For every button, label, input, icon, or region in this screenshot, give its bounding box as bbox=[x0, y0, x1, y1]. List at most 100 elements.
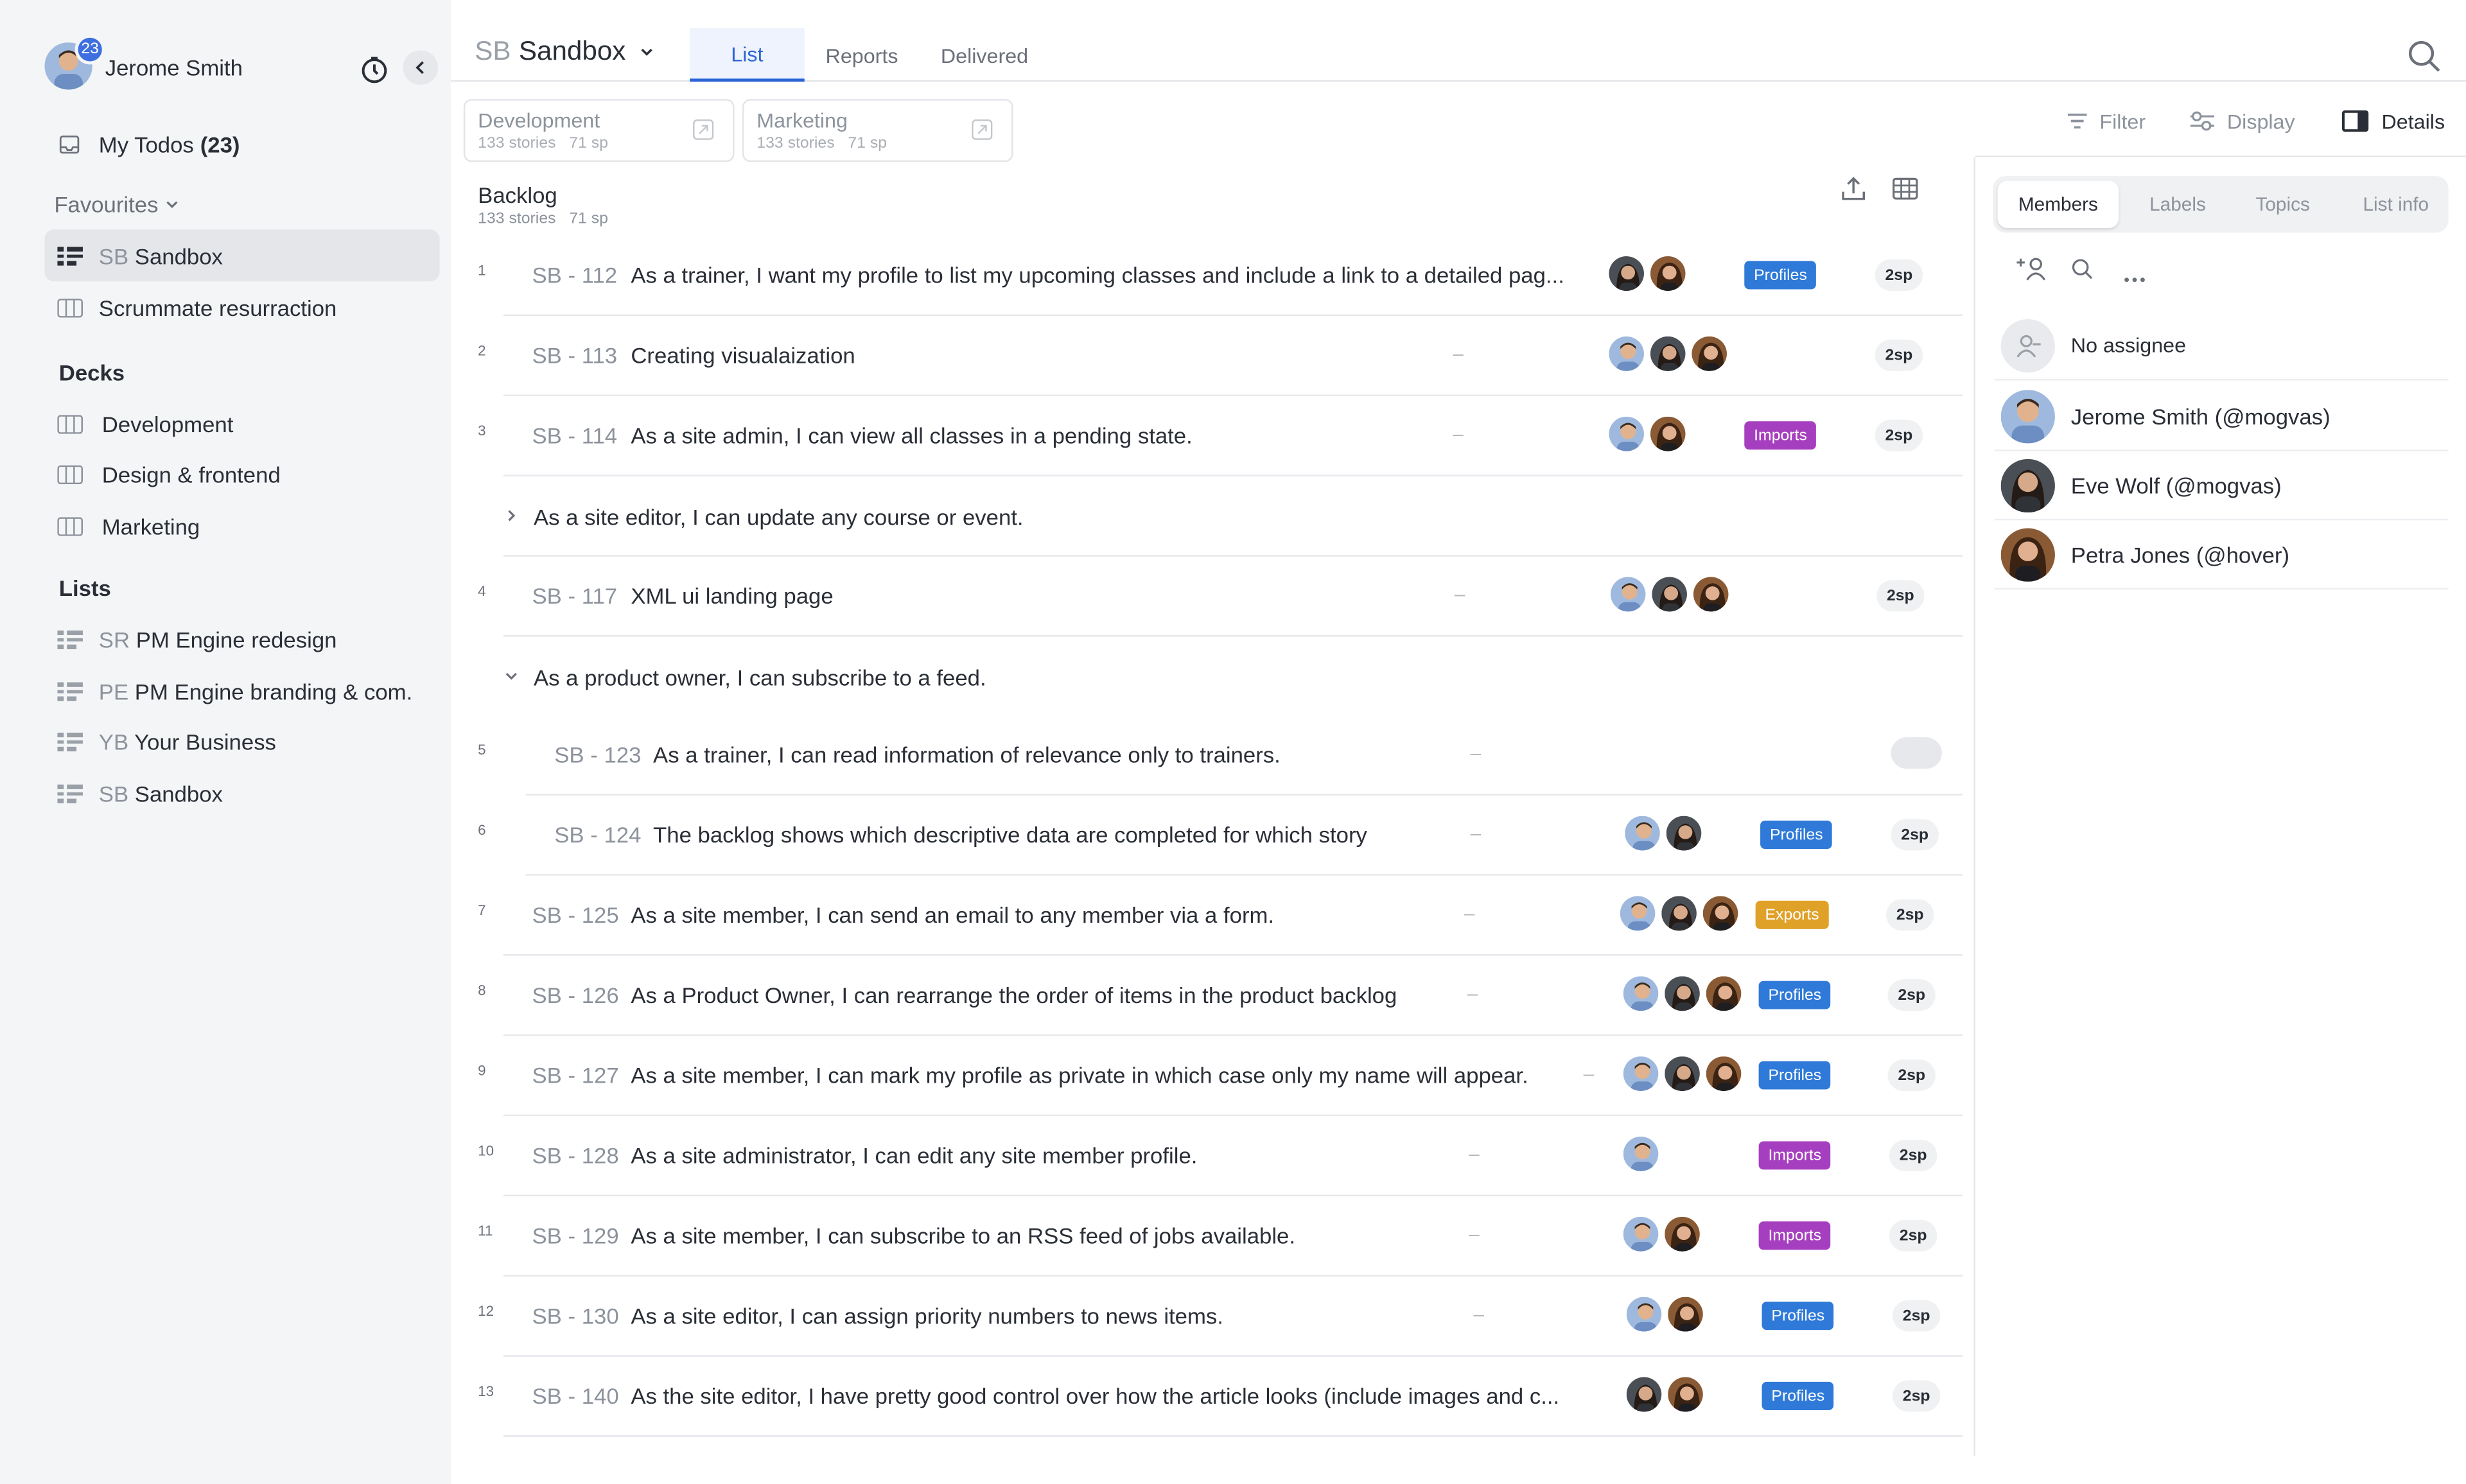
search-members-icon[interactable] bbox=[2071, 258, 2094, 288]
label-badge[interactable]: Profiles bbox=[1758, 1061, 1832, 1090]
estimate-dash[interactable]: – bbox=[1455, 583, 1465, 605]
story-points-badge[interactable]: 2sp bbox=[1875, 339, 1923, 371]
group-row[interactable]: As a product owner, I can subscribe to a… bbox=[503, 636, 1963, 715]
export-icon[interactable] bbox=[1842, 176, 1866, 209]
story-code[interactable]: SB - 124 bbox=[554, 822, 641, 847]
story-code[interactable]: SB - 113 bbox=[532, 343, 618, 368]
sidebar-item-your-business[interactable]: YB Your Business bbox=[44, 715, 439, 767]
label-badge[interactable]: Profiles bbox=[1758, 981, 1832, 1009]
backlog-row[interactable]: 10 SB - 128 As a site administrator, I can… bbox=[478, 1116, 1963, 1197]
tab-delivered[interactable]: Delivered bbox=[927, 28, 1042, 82]
timer-icon[interactable] bbox=[360, 55, 389, 83]
backlog-row[interactable]: 11 SB - 129 As a site member, I can subscr… bbox=[478, 1196, 1963, 1277]
story-code[interactable]: SB - 127 bbox=[532, 1063, 619, 1088]
story-title[interactable]: Creating visualaization bbox=[631, 343, 855, 368]
story-title[interactable]: As a trainer, I can read information of … bbox=[653, 742, 1281, 767]
assignee-avatars[interactable] bbox=[1607, 335, 1731, 373]
story-points-empty[interactable] bbox=[1891, 737, 1942, 769]
user-avatar[interactable]: 23 bbox=[44, 34, 105, 90]
sidebar-item-scrummate[interactable]: Scrummate resurraction bbox=[44, 281, 439, 333]
backlog-row[interactable]: 5 SB - 123 As a trainer, I can read inform… bbox=[478, 715, 1963, 796]
estimate-dash[interactable]: – bbox=[1471, 742, 1482, 764]
story-code[interactable]: SB - 140 bbox=[532, 1383, 619, 1408]
deck-card-marketing[interactable]: Marketing 133 stories 71 sp bbox=[742, 99, 1013, 162]
tab-members[interactable]: Members bbox=[1997, 180, 2119, 228]
story-title[interactable]: As a site member, I can mark my profile … bbox=[631, 1063, 1528, 1088]
story-points-badge[interactable]: 2sp bbox=[1875, 259, 1923, 291]
story-code[interactable]: SB - 125 bbox=[532, 902, 619, 927]
backlog-row[interactable]: 7 SB - 125 As a site member, I can send an… bbox=[478, 876, 1963, 956]
backlog-row[interactable]: 3 SB - 114 As a site admin, I can view all… bbox=[478, 396, 1963, 476]
assignee-avatars[interactable] bbox=[1622, 1054, 1745, 1093]
story-points-badge[interactable]: 2sp bbox=[1889, 1219, 1937, 1252]
assignee-avatars[interactable] bbox=[1625, 1375, 1708, 1413]
story-code[interactable]: SB - 128 bbox=[532, 1143, 619, 1168]
tab-labels[interactable]: Labels bbox=[2125, 181, 2230, 228]
story-title[interactable]: As a site member, I can subscribe to an … bbox=[631, 1223, 1295, 1248]
estimate-dash[interactable]: – bbox=[1471, 822, 1482, 844]
backlog-row[interactable]: 8 SB - 126 As a Product Owner, I can rearr… bbox=[478, 956, 1963, 1036]
story-code[interactable]: SB - 114 bbox=[532, 423, 618, 448]
grid-view-icon[interactable] bbox=[1893, 177, 1918, 208]
sidebar-item-development[interactable]: Development bbox=[44, 397, 439, 450]
assignee-avatars[interactable] bbox=[1623, 814, 1706, 852]
estimate-dash[interactable]: – bbox=[1469, 1143, 1480, 1165]
estimate-dash[interactable]: – bbox=[1464, 902, 1475, 924]
estimate-dash[interactable]: – bbox=[1469, 1223, 1480, 1245]
tab-list-info[interactable]: List info bbox=[2339, 181, 2454, 228]
estimate-dash[interactable]: – bbox=[1453, 423, 1464, 445]
chevron-down-icon[interactable] bbox=[503, 668, 520, 683]
display-button[interactable]: Display bbox=[2189, 105, 2295, 137]
story-title[interactable]: As a trainer, I want my profile to list … bbox=[631, 263, 1564, 288]
backlog-row[interactable]: 6 SB - 124 The backlog shows which descrip… bbox=[478, 796, 1963, 876]
story-points-badge[interactable]: 2sp bbox=[1892, 1300, 1941, 1332]
label-badge[interactable]: Exports bbox=[1755, 900, 1829, 929]
story-title[interactable]: XML ui landing page bbox=[631, 583, 833, 608]
story-points-badge[interactable]: 2sp bbox=[1889, 1139, 1937, 1171]
assignee-avatars[interactable] bbox=[1618, 894, 1742, 932]
search-icon[interactable] bbox=[2407, 39, 2442, 82]
story-title[interactable]: As a Product Owner, I can rearrange the … bbox=[631, 982, 1397, 1008]
label-badge[interactable]: Profiles bbox=[1762, 1302, 1835, 1331]
more-options-icon[interactable] bbox=[2124, 264, 2146, 292]
member-eve[interactable]: Eve Wolf (@mogvas) bbox=[1994, 451, 2449, 521]
add-member-icon[interactable] bbox=[2015, 255, 2047, 291]
story-title[interactable]: As a site editor, I can assign priority … bbox=[631, 1303, 1223, 1328]
sidebar-item-sandbox-favourite[interactable]: SB Sandbox bbox=[44, 229, 440, 282]
story-points-badge[interactable]: 2sp bbox=[1875, 419, 1923, 451]
story-title[interactable]: The backlog shows which descriptive data… bbox=[653, 822, 1367, 847]
label-badge[interactable]: Imports bbox=[1744, 421, 1817, 450]
backlog-row[interactable]: 1 SB - 112 As a trainer, I want my profile… bbox=[478, 236, 1963, 317]
story-title[interactable]: As a site administrator, I can edit any … bbox=[631, 1143, 1197, 1168]
sidebar-item-pm-engine-branding[interactable]: PE PM Engine branding & com. bbox=[44, 665, 439, 717]
story-code[interactable]: SB - 129 bbox=[532, 1223, 619, 1248]
label-badge[interactable]: Profiles bbox=[1760, 820, 1833, 849]
estimate-dash[interactable]: – bbox=[1453, 343, 1464, 365]
assignee-avatars[interactable] bbox=[1607, 254, 1690, 293]
group-row[interactable]: As a site editor, I can update any cours… bbox=[503, 476, 1963, 557]
story-code[interactable]: SB - 123 bbox=[554, 742, 641, 767]
favourites-header[interactable]: Favourites bbox=[54, 192, 180, 217]
assignee-avatars[interactable] bbox=[1607, 415, 1690, 453]
open-external-icon[interactable] bbox=[693, 119, 714, 140]
story-points-badge[interactable]: 2sp bbox=[1891, 819, 1939, 851]
assignee-avatars[interactable] bbox=[1609, 575, 1733, 613]
project-selector[interactable]: SB Sandbox bbox=[475, 36, 654, 67]
tab-list[interactable]: List bbox=[690, 28, 805, 82]
story-title[interactable]: As a site admin, I can view all classes … bbox=[631, 423, 1192, 448]
tab-reports[interactable]: Reports bbox=[812, 28, 911, 82]
story-code[interactable]: SB - 117 bbox=[532, 583, 618, 608]
story-code[interactable]: SB - 130 bbox=[532, 1303, 619, 1328]
story-title[interactable]: As a site member, I can send an email to… bbox=[631, 902, 1274, 927]
sidebar-item-sandbox-list[interactable]: SB Sandbox bbox=[44, 767, 439, 819]
label-badge[interactable]: Imports bbox=[1758, 1141, 1832, 1170]
sidebar-item-marketing[interactable]: Marketing bbox=[44, 500, 439, 552]
deck-card-development[interactable]: Development 133 stories 71 sp bbox=[463, 99, 735, 162]
details-button[interactable]: Details bbox=[2341, 105, 2445, 137]
open-external-icon[interactable] bbox=[972, 119, 993, 140]
story-title[interactable]: As the site editor, I have pretty good c… bbox=[631, 1383, 1559, 1408]
backlog-row[interactable]: 4 SB - 117 XML ui landing page – 2sp bbox=[478, 557, 1963, 637]
collapse-sidebar-button[interactable] bbox=[403, 50, 439, 85]
filter-button[interactable]: Filter bbox=[2066, 105, 2146, 137]
story-points-badge[interactable]: 2sp bbox=[1876, 580, 1925, 612]
